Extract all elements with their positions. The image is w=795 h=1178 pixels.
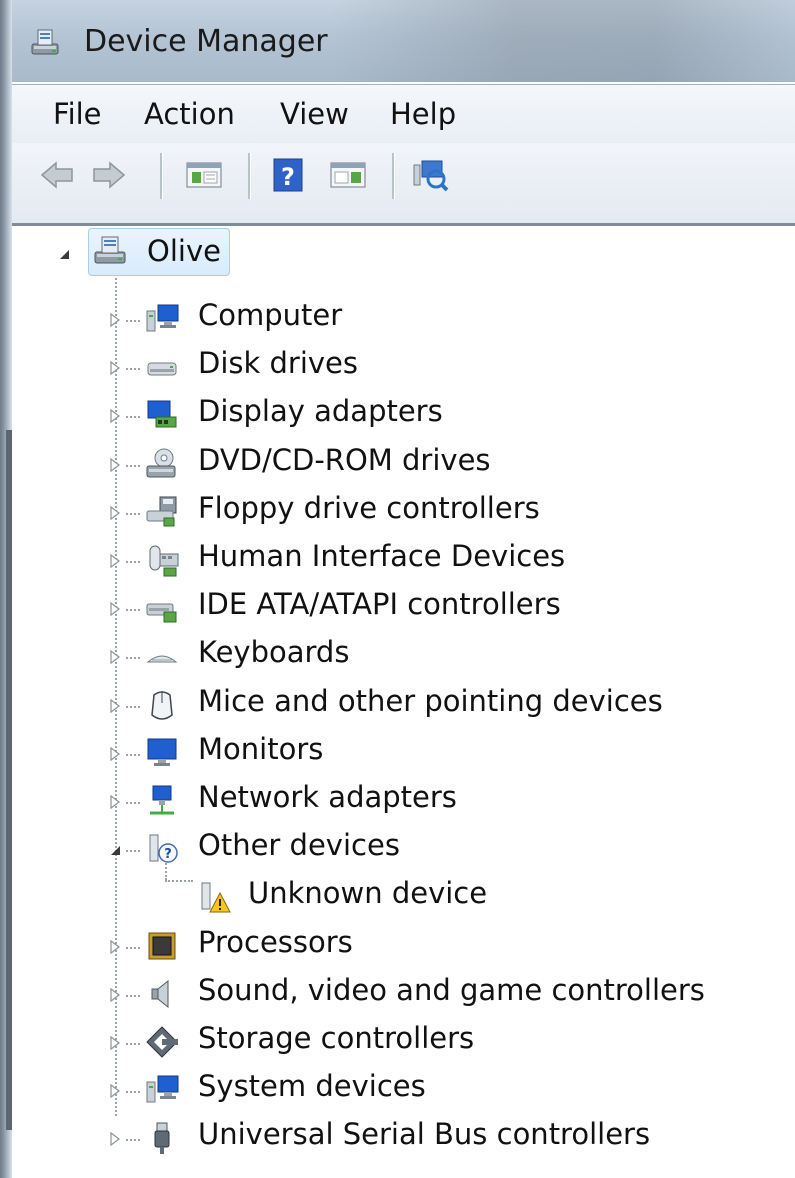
toolbar: ? [12,143,795,226]
unknown-device-category-icon: ? [149,834,178,863]
toolbar-separator [160,153,163,199]
tree-root-label[interactable]: Olive [147,234,221,268]
tree-category-label[interactable]: Other devices [198,828,400,862]
expand-arrow-icon[interactable] [108,360,122,376]
device-manager-window: Device Manager File Action View Help ? O… [0,0,795,1178]
forward-arrow-icon[interactable] [88,155,128,195]
computer-icon [146,304,179,332]
expand-arrow-icon[interactable] [108,649,122,665]
speaker-icon [151,979,169,1009]
menu-file[interactable]: File [53,97,102,131]
tree-category-label[interactable]: Processors [198,925,353,959]
tree-category-label[interactable]: System devices [198,1069,426,1103]
back-arrow-icon[interactable] [38,155,78,195]
tree-guide-line [126,320,140,322]
tree-guide-line [126,416,140,418]
collapse-arrow-icon[interactable] [108,842,122,858]
tree-category-label[interactable]: Network adapters [198,780,457,814]
expand-arrow-icon[interactable] [108,1035,122,1051]
toolbar-separator [248,153,251,199]
tree-guide-line [126,1091,140,1093]
menu-help[interactable]: Help [390,97,456,131]
collapse-arrow-icon[interactable] [57,246,71,262]
tree-category-label[interactable]: Disk drives [198,346,358,380]
tree-guide-line [126,513,140,515]
expand-arrow-icon[interactable] [108,505,122,521]
tree-category-label[interactable]: Monitors [198,732,323,766]
scan-hardware-icon[interactable] [410,155,450,195]
tree-category-label[interactable]: Floppy drive controllers [198,491,540,525]
help-icon[interactable]: ? [268,155,308,195]
tree-guide-line [126,657,140,659]
show-hide-console-tree-icon[interactable] [184,155,224,195]
toolbar-separator [392,153,395,199]
expand-arrow-icon[interactable] [108,746,122,762]
dvd-drive-icon [146,448,176,478]
monitor-icon [147,738,177,766]
tree-guide-line [126,1043,140,1045]
tree-guide-line [126,995,140,997]
network-adapter-icon [150,785,174,815]
floppy-controller-icon [146,496,177,527]
svg-text:?: ? [164,847,172,862]
tree-category-label[interactable]: Display adapters [198,394,443,428]
tree-category-label[interactable]: Mice and other pointing devices [198,684,663,718]
tree-category-label[interactable]: Sound, video and game controllers [198,973,705,1007]
expand-arrow-icon[interactable] [108,987,122,1003]
tree-category-label[interactable]: IDE ATA/ATAPI controllers [198,587,561,621]
computer-printer-icon [94,236,126,264]
tree-guide-line [126,609,140,611]
warning-device-icon [201,882,231,913]
expand-arrow-icon[interactable] [108,939,122,955]
svg-text:?: ? [281,163,295,191]
expand-arrow-icon[interactable] [108,1131,122,1147]
window-title: Device Manager [84,24,328,59]
expand-arrow-icon[interactable] [108,312,122,328]
tree-guide-line [165,880,193,882]
tree-child-label[interactable]: Unknown device [248,876,487,910]
hid-icon [149,545,179,577]
tree-guide-line [126,1139,140,1141]
mouse-icon [151,691,173,720]
expand-arrow-icon[interactable] [108,553,122,569]
tree-guide-line [126,561,140,563]
tree-guide-line [126,706,140,708]
expand-arrow-icon[interactable] [108,698,122,714]
display-adapter-icon [147,400,177,428]
menu-view[interactable]: View [280,97,349,131]
expand-arrow-icon[interactable] [108,601,122,617]
tree-guide-line [126,754,140,756]
tree-guide-line [126,465,140,467]
show-hide-action-pane-icon[interactable] [328,155,368,195]
tree-guide-line [126,850,140,852]
tree-guide-line [126,802,140,804]
tree-category-label[interactable]: Human Interface Devices [198,539,565,573]
tree-category-label[interactable]: Storage controllers [198,1021,474,1055]
tree-category-label[interactable]: DVD/CD-ROM drives [198,443,491,477]
expand-arrow-icon[interactable] [108,408,122,424]
system-devices-icon [146,1075,179,1103]
processor-icon [148,932,176,960]
ide-controller-icon [146,603,177,623]
device-manager-icon [31,29,59,55]
menu-action[interactable]: Action [144,97,235,131]
disk-drive-icon [147,362,177,376]
title-bar-glass [330,0,795,82]
tree-category-label[interactable]: Universal Serial Bus controllers [198,1117,650,1151]
storage-controller-icon [146,1026,178,1058]
tree-guide-line [126,947,140,949]
expand-arrow-icon[interactable] [108,457,122,473]
usb-icon [154,1122,170,1154]
keyboard-icon [146,655,178,663]
tree-category-label[interactable]: Computer [198,298,342,332]
menu-bar: File Action View Help [12,84,795,144]
expand-arrow-icon[interactable] [108,794,122,810]
expand-arrow-icon[interactable] [108,1083,122,1099]
tree-category-label[interactable]: Keyboards [198,635,349,669]
tree-guide-line [126,368,140,370]
